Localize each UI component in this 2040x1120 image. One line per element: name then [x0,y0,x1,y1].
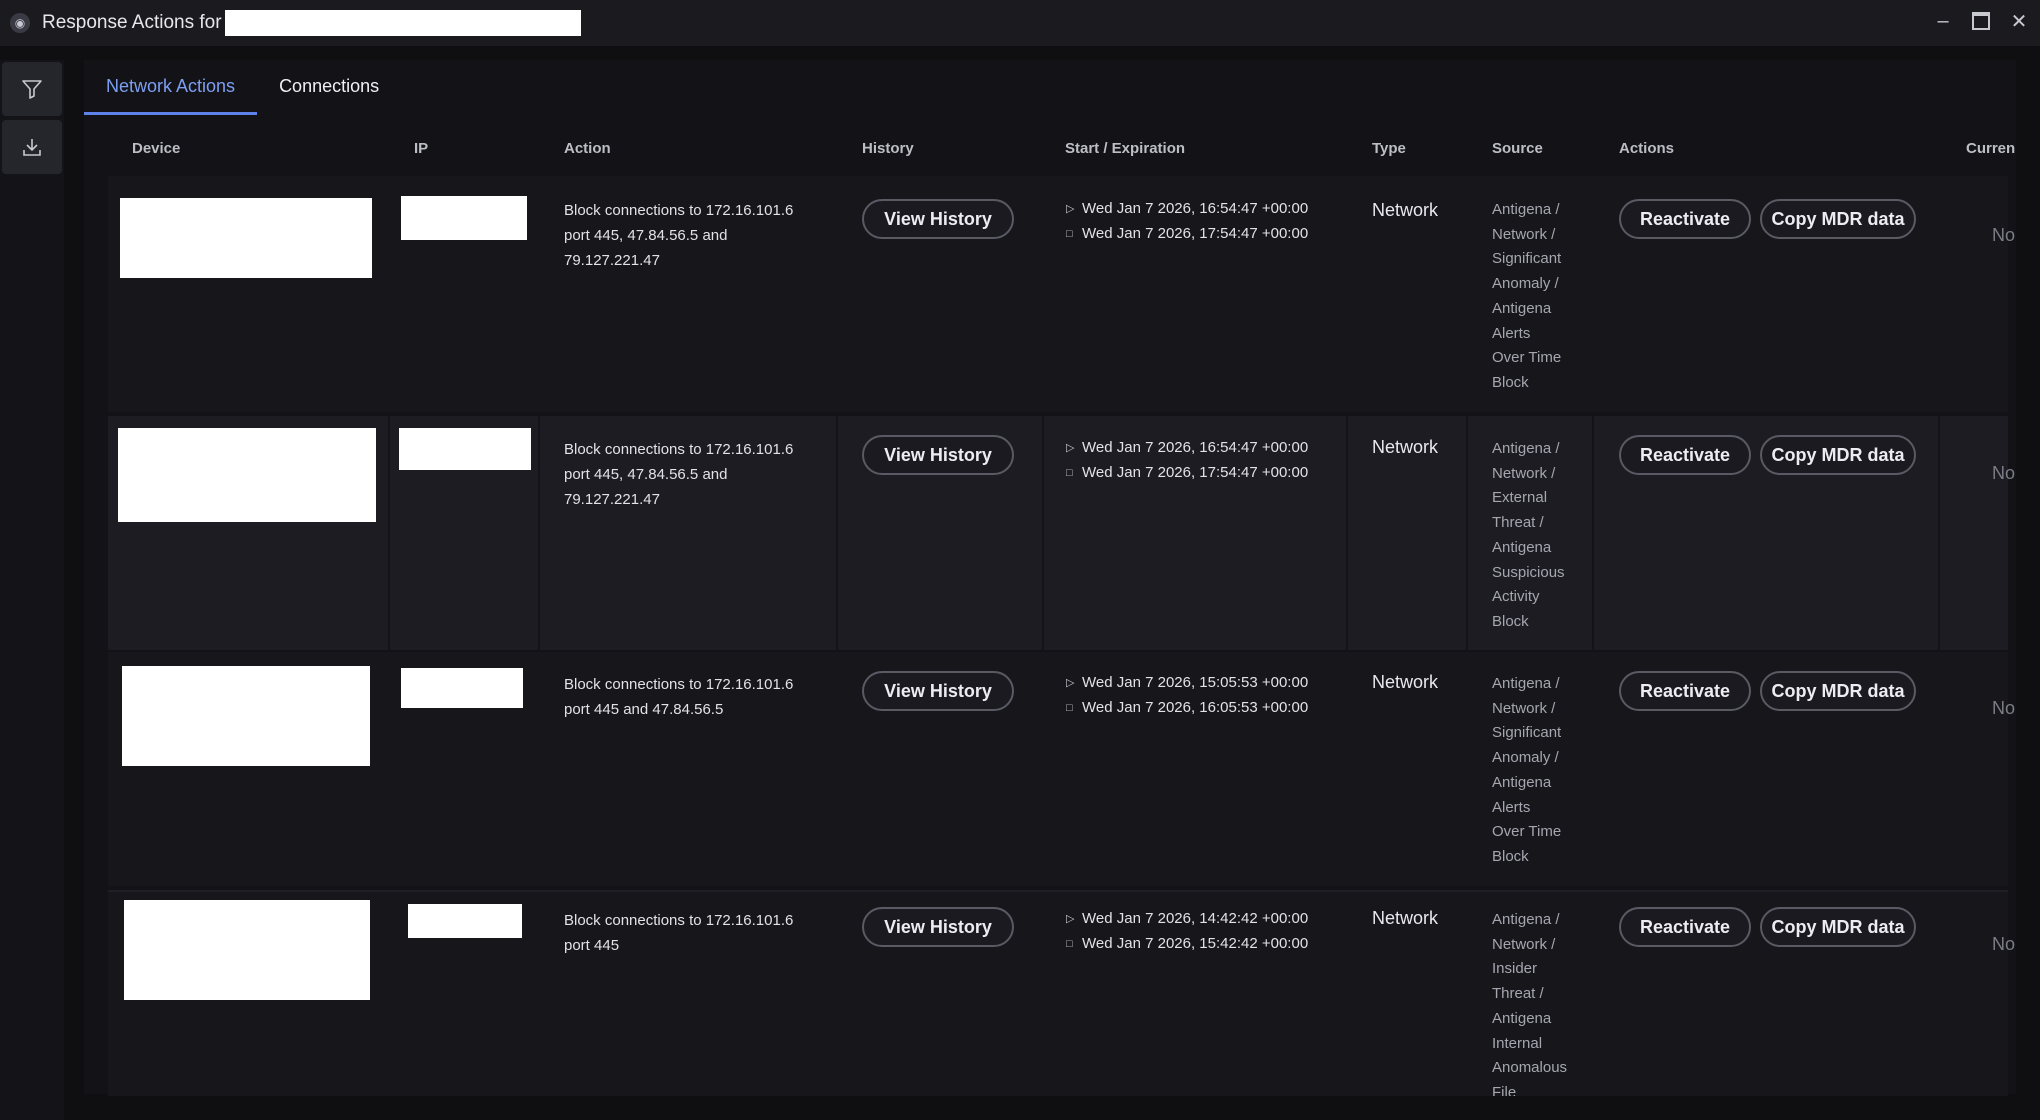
column-header-history[interactable]: History [862,140,914,157]
reactivate-button[interactable]: Reactivate [1619,435,1751,475]
column-header-action[interactable]: Action [564,140,611,157]
filter-button[interactable] [2,62,62,116]
window-controls: – ✕ [1928,6,2034,36]
action-description: Block connections to 172.16.101.6 port 4… [564,676,794,718]
action-description: Block connections to 172.16.101.6 port 4… [564,202,794,269]
redacted-device [120,198,372,278]
reactivate-button[interactable]: Reactivate [1619,671,1751,711]
minimize-icon[interactable]: – [1928,6,1958,36]
left-toolbar [0,60,64,1120]
current-value: No [1992,463,2016,483]
stop-icon: □ [1066,466,1073,479]
close-icon[interactable]: ✕ [2004,6,2034,36]
expiration-time: □ Wed Jan 7 2026, 17:54:47 +00:00 [1066,464,1309,481]
action-description: Block connections to 172.16.101.6 port 4… [564,441,794,508]
start-time: ▷ Wed Jan 7 2026, 14:42:42 +00:00 [1066,910,1309,927]
start-time: ▷ Wed Jan 7 2026, 15:05:53 +00:00 [1066,674,1309,691]
source-value: Antigena / Network / Significant Anomaly… [1492,201,1562,391]
window-title: Response Actions for [42,12,222,33]
table-header: Device IP Action History Start / Expirat… [84,126,2016,170]
redacted-device [122,666,370,766]
action-description: Block connections to 172.16.101.6 port 4… [564,912,794,954]
table-row: Block connections to 172.16.101.6 port 4… [108,176,2015,412]
column-header-device[interactable]: Device [132,140,180,157]
table-row: Block connections to 172.16.101.6 port 4… [108,416,2015,650]
copy-mdr-data-button[interactable]: Copy MDR data [1760,671,1916,711]
source-value: Antigena / Network / Insider Threat / An… [1492,911,1568,1096]
view-history-button[interactable]: View History [862,199,1014,239]
current-value: No [1992,225,2016,245]
expiration-time: □ Wed Jan 7 2026, 15:42:42 +00:00 [1066,935,1309,952]
response-actions-panel: Network Actions Connections Device IP Ac… [84,60,2016,1096]
stop-icon: □ [1066,701,1073,714]
reactivate-button[interactable]: Reactivate [1619,907,1751,947]
redacted-hostname [224,10,581,36]
start-time: ▷ Wed Jan 7 2026, 16:54:47 +00:00 [1066,200,1309,217]
redacted-device [118,428,376,522]
view-history-button[interactable]: View History [862,671,1014,711]
reactivate-button[interactable]: Reactivate [1619,199,1751,239]
type-value: Network [1372,437,1439,457]
download-button[interactable] [2,120,62,174]
source-value: Antigena / Network / Significant Anomaly… [1492,675,1562,865]
filter-icon [22,80,42,99]
copy-mdr-data-button[interactable]: Copy MDR data [1760,199,1916,239]
type-value: Network [1372,908,1439,928]
copy-mdr-data-button[interactable]: Copy MDR data [1760,907,1916,947]
expiration-time: □ Wed Jan 7 2026, 17:54:47 +00:00 [1066,225,1309,242]
column-header-start-expiration[interactable]: Start / Expiration [1065,140,1185,157]
start-time: ▷ Wed Jan 7 2026, 16:54:47 +00:00 [1066,439,1309,456]
window-titlebar: ◉ Response Actions for – ✕ [0,0,2040,46]
stop-icon: □ [1066,227,1073,240]
column-header-type[interactable]: Type [1372,140,1406,157]
play-icon: ▷ [1066,913,1075,925]
redacted-ip [401,668,523,708]
current-value: No [1992,934,2016,954]
tab-bar: Network Actions Connections [84,60,401,115]
expiration-time: □ Wed Jan 7 2026, 16:05:53 +00:00 [1066,699,1309,716]
play-icon: ▷ [1066,442,1075,454]
copy-mdr-data-button[interactable]: Copy MDR data [1760,435,1916,475]
source-value: Antigena / Network / External Threat / A… [1492,440,1565,630]
type-value: Network [1372,672,1439,692]
tab-connections[interactable]: Connections [257,60,401,112]
app-logo-icon: ◉ [10,13,30,33]
download-icon [23,139,41,156]
redacted-ip [401,196,527,240]
current-value: No [1992,698,2016,718]
maximize-icon[interactable] [1966,6,1996,36]
redacted-ip [399,428,531,470]
column-header-source[interactable]: Source [1492,140,1543,157]
table-row: Block connections to 172.16.101.6 port 4… [108,890,2015,1096]
column-header-ip[interactable]: IP [414,140,428,157]
play-icon: ▷ [1066,203,1075,215]
type-value: Network [1372,200,1439,220]
column-header-actions[interactable]: Actions [1619,140,1674,157]
column-header-current[interactable]: Curren [1966,140,2015,157]
redacted-ip [408,904,522,938]
table-row: Block connections to 172.16.101.6 port 4… [108,652,2015,886]
view-history-button[interactable]: View History [862,907,1014,947]
tab-network-actions[interactable]: Network Actions [84,60,258,115]
play-icon: ▷ [1066,677,1075,689]
stop-icon: □ [1066,937,1073,950]
view-history-button[interactable]: View History [862,435,1014,475]
redacted-device [124,900,370,1000]
